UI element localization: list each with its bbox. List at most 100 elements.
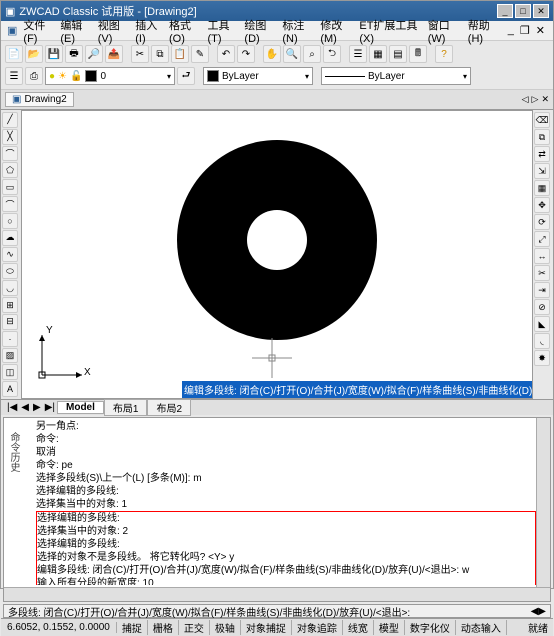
array-icon[interactable]: ▦: [534, 180, 550, 196]
hatch-icon[interactable]: ▨: [2, 348, 18, 364]
scroll-left-icon[interactable]: ◀: [531, 606, 539, 617]
app-menu-icon[interactable]: ▣: [5, 22, 19, 39]
ellipse-arc-icon[interactable]: ◡: [2, 280, 18, 296]
linetype-combo[interactable]: ByLayer ▾: [321, 67, 471, 85]
maximize-button[interactable]: □: [515, 4, 531, 18]
pan-icon[interactable]: ✋: [263, 45, 281, 63]
doc-restore-button[interactable]: ❐: [518, 22, 532, 39]
tab-nav-prev-icon[interactable]: ◁: [522, 94, 529, 105]
spline-icon[interactable]: ∿: [2, 247, 18, 263]
status-lwt[interactable]: 线宽: [343, 620, 374, 635]
print-icon[interactable]: 🖶: [65, 45, 83, 63]
tab-nav-first[interactable]: |◀: [5, 402, 19, 413]
circle-icon[interactable]: ○: [2, 213, 18, 229]
status-snap[interactable]: 捕捉: [117, 620, 148, 635]
drawing-canvas[interactable]: X Y 编辑多段线: 闭合(C)/打开(O)/合并(J)/宽度(W)/拟合(F)…: [21, 110, 533, 399]
insert-block-icon[interactable]: ⊞: [2, 297, 18, 313]
point-icon[interactable]: ·: [2, 331, 18, 347]
tool-palette-icon[interactable]: ▤: [389, 45, 407, 63]
doc-minimize-button[interactable]: _: [506, 22, 516, 39]
properties-icon[interactable]: ☰: [349, 45, 367, 63]
layer-manager-icon[interactable]: ☰: [5, 67, 23, 85]
scrollbar-vertical[interactable]: [536, 418, 550, 587]
menu-view[interactable]: 视图(V): [96, 15, 131, 47]
preview-icon[interactable]: 🔎: [85, 45, 103, 63]
menu-modify[interactable]: 修改(M): [318, 15, 355, 47]
publish-icon[interactable]: 📤: [105, 45, 123, 63]
zoom-previous-icon[interactable]: ⮌: [323, 45, 341, 63]
text-icon[interactable]: A: [2, 381, 18, 397]
construction-line-icon[interactable]: ╳: [2, 129, 18, 145]
open-icon[interactable]: 📂: [25, 45, 43, 63]
menu-insert[interactable]: 插入(I): [133, 15, 165, 47]
explode-icon[interactable]: ✸: [534, 350, 550, 366]
menu-help[interactable]: 帮助(H): [466, 15, 502, 47]
match-icon[interactable]: ✎: [191, 45, 209, 63]
stretch-icon[interactable]: ↔: [534, 248, 550, 264]
arc-icon[interactable]: ⌒: [2, 196, 18, 212]
color-combo[interactable]: ByLayer ▾: [203, 67, 313, 85]
undo-icon[interactable]: ↶: [217, 45, 235, 63]
zoom-realtime-icon[interactable]: 🔍: [283, 45, 301, 63]
rotate-icon[interactable]: ⟳: [534, 214, 550, 230]
scroll-right-icon[interactable]: ▶: [538, 606, 546, 617]
tab-nav-next[interactable]: ▶: [31, 402, 43, 413]
rectangle-icon[interactable]: ▭: [2, 179, 18, 195]
break-icon[interactable]: ⊘: [534, 299, 550, 315]
copy-obj-icon[interactable]: ⧉: [534, 129, 550, 145]
polygon-icon[interactable]: ⬠: [2, 162, 18, 178]
command-input[interactable]: 多段线: 闭合(C)/打开(O)/合并(J)/宽度(W)/拟合(F)/样条曲线(…: [3, 604, 551, 618]
menu-edit[interactable]: 编辑(E): [58, 15, 93, 47]
mirror-icon[interactable]: ⇄: [534, 146, 550, 162]
tab-layout2[interactable]: 布局2: [147, 399, 191, 416]
trim-icon[interactable]: ✂: [534, 265, 550, 281]
tab-nav-prev[interactable]: ◀: [19, 402, 31, 413]
close-button[interactable]: ✕: [533, 4, 549, 18]
status-otrack[interactable]: 对象追踪: [292, 620, 343, 635]
menu-format[interactable]: 格式(O): [167, 15, 204, 47]
offset-icon[interactable]: ⇲: [534, 163, 550, 179]
region-icon[interactable]: ◫: [2, 364, 18, 380]
line-icon[interactable]: ╱: [2, 112, 18, 128]
tab-nav-last[interactable]: ▶|: [43, 402, 57, 413]
new-icon[interactable]: 📄: [5, 45, 23, 63]
redo-icon[interactable]: ↷: [237, 45, 255, 63]
status-tablet[interactable]: 数字化仪: [405, 620, 456, 635]
save-icon[interactable]: 💾: [45, 45, 63, 63]
layer-combo[interactable]: ● ☀ 🔓 0 ▾: [45, 67, 175, 85]
fillet-icon[interactable]: ◟: [534, 333, 550, 349]
copy-icon[interactable]: ⧉: [151, 45, 169, 63]
tab-layout1[interactable]: 布局1: [104, 399, 148, 416]
scrollbar-horizontal[interactable]: [4, 587, 550, 601]
ellipse-icon[interactable]: ⬭: [2, 263, 18, 279]
cut-icon[interactable]: ✂: [131, 45, 149, 63]
paste-icon[interactable]: 📋: [171, 45, 189, 63]
status-osnap[interactable]: 对象捕捉: [241, 620, 292, 635]
status-ortho[interactable]: 正交: [179, 620, 210, 635]
extend-icon[interactable]: ⇥: [534, 282, 550, 298]
make-block-icon[interactable]: ⊟: [2, 314, 18, 330]
revcloud-icon[interactable]: ☁: [2, 230, 18, 246]
zoom-window-icon[interactable]: ⌕: [303, 45, 321, 63]
move-icon[interactable]: ✥: [534, 197, 550, 213]
menu-et-tools[interactable]: ET扩展工具(X): [357, 15, 423, 47]
layer-previous-icon[interactable]: ⮐: [177, 67, 195, 85]
menu-dimension[interactable]: 标注(N): [280, 15, 316, 47]
layer-states-icon[interactable]: ⎙: [25, 67, 43, 85]
status-grid[interactable]: 栅格: [148, 620, 179, 635]
polyline-icon[interactable]: ⌒: [2, 146, 18, 162]
erase-icon[interactable]: ⌫: [534, 112, 550, 128]
scale-icon[interactable]: ⤢: [534, 231, 550, 247]
status-dyn[interactable]: 动态输入: [456, 620, 507, 635]
calc-icon[interactable]: 🖩: [409, 45, 427, 63]
menu-draw[interactable]: 绘图(D): [242, 15, 278, 47]
tab-model[interactable]: Model: [57, 401, 104, 414]
help-icon[interactable]: ?: [435, 45, 453, 63]
status-model[interactable]: 模型: [374, 620, 405, 635]
menu-tools[interactable]: 工具(T): [206, 15, 241, 47]
menu-window[interactable]: 窗口(W): [426, 15, 464, 47]
design-center-icon[interactable]: ▦: [369, 45, 387, 63]
chamfer-icon[interactable]: ◣: [534, 316, 550, 332]
status-polar[interactable]: 极轴: [210, 620, 241, 635]
tab-close-icon[interactable]: ✕: [541, 94, 549, 105]
